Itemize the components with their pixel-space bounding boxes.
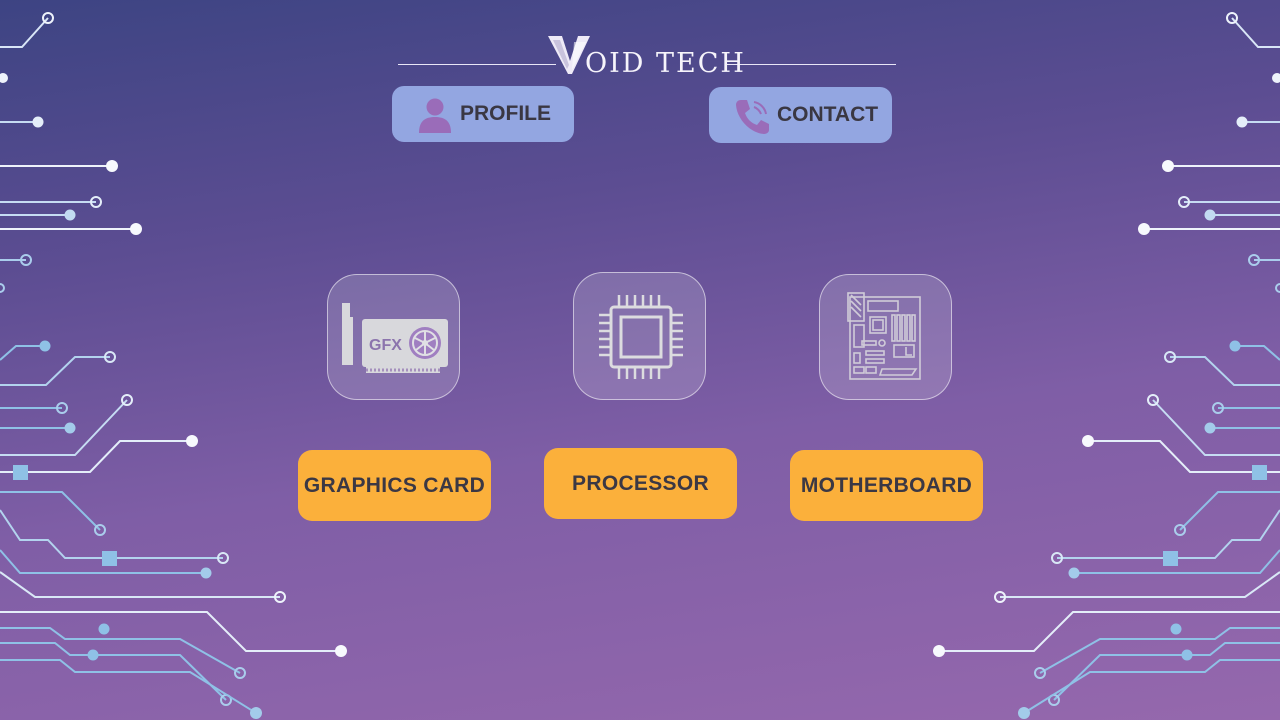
motherboard-button[interactable]: MOTHERBOARD (790, 450, 983, 521)
cpu-chip-icon (599, 295, 683, 379)
processor-button[interactable]: PROCESSOR (544, 448, 737, 519)
brand-name: OID TECH (585, 48, 746, 79)
processor-tile[interactable] (573, 272, 706, 400)
contact-button-label: CONTACT (777, 103, 879, 126)
motherboard-icon (847, 292, 921, 380)
graphics-card-icon: GFX (342, 303, 448, 373)
header-divider-left (398, 64, 556, 65)
profile-button-label: PROFILE (460, 102, 552, 125)
site-header: OID TECH (398, 30, 896, 82)
graphics-card-button[interactable]: GRAPHICS CARD (298, 450, 491, 521)
contact-button[interactable]: CONTACT (709, 87, 892, 143)
profile-button[interactable]: PROFILE (392, 86, 574, 142)
processor-button-label: PROCESSOR (572, 471, 709, 495)
phone-icon (736, 100, 769, 134)
motherboard-tile[interactable] (819, 274, 952, 400)
graphics-card-tile[interactable]: GFX (327, 274, 460, 400)
header-divider-right (726, 64, 896, 65)
brand-logo[interactable]: OID TECH (548, 34, 744, 80)
user-profile-icon (419, 98, 451, 133)
graphics-card-button-label: GRAPHICS CARD (303, 473, 486, 497)
gfx-label: GFX (369, 337, 402, 354)
motherboard-button-label: MOTHERBOARD (800, 473, 973, 497)
